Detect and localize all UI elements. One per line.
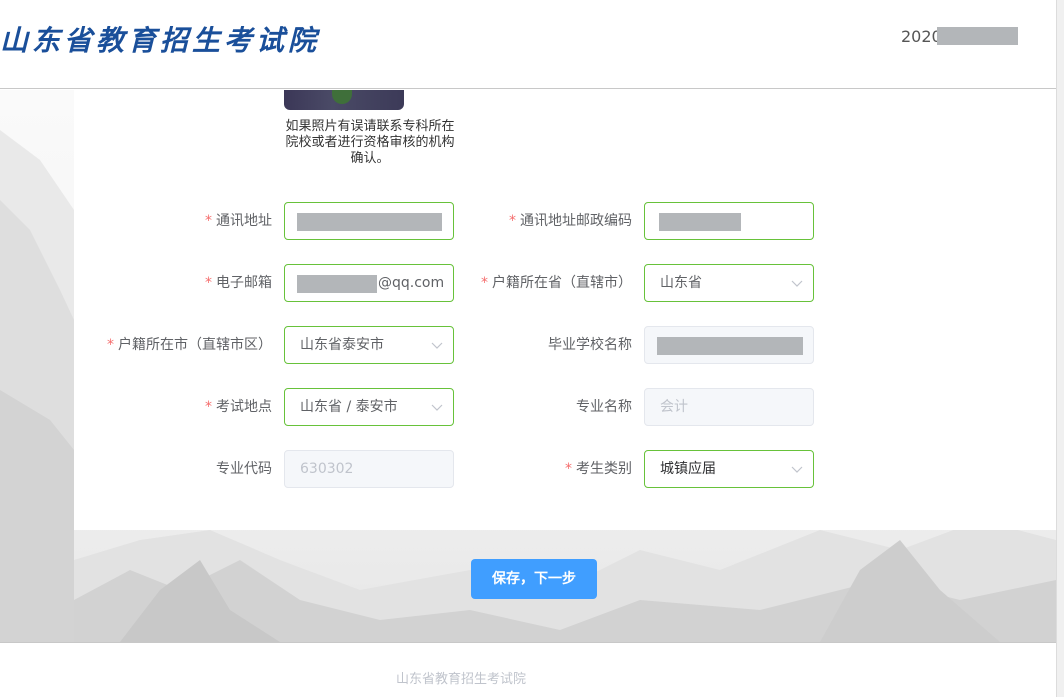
major-name-input: 会计 xyxy=(644,388,814,426)
required-mark: * xyxy=(205,213,212,229)
photo-note: 如果照片有误请联系专科所在院校或者进行资格审核的机构确认。 xyxy=(285,119,455,166)
required-mark: * xyxy=(565,461,572,477)
postal-code-label: * 通讯地址邮政编码 xyxy=(509,213,632,229)
required-mark: * xyxy=(481,275,488,291)
address-input[interactable] xyxy=(284,202,454,240)
user-id-prefix: 2020 xyxy=(901,27,942,46)
email-label: * 电子邮箱 xyxy=(205,275,272,291)
exam-location-label: * 考试地点 xyxy=(205,399,272,415)
household-province-select[interactable]: 山东省 xyxy=(644,264,814,302)
household-province-value: 山东省 xyxy=(660,275,702,291)
required-mark: * xyxy=(205,399,212,415)
save-next-button[interactable]: 保存，下一步 xyxy=(471,559,597,599)
chevron-down-icon xyxy=(431,404,443,411)
major-code-input: 630302 xyxy=(284,450,454,488)
postal-code-input[interactable] xyxy=(644,202,814,240)
required-mark: * xyxy=(107,337,114,353)
redacted-user-id xyxy=(937,27,1018,45)
page-footer: 山东省教育招生考试院 xyxy=(0,642,1056,697)
household-province-label: * 户籍所在省（直辖市） xyxy=(481,275,632,291)
candidate-type-label: * 考生类别 xyxy=(565,461,632,477)
site-logo: 山东省教育招生考试院 xyxy=(0,24,321,57)
major-name-label: 专业名称 xyxy=(576,399,632,415)
household-city-select[interactable]: 山东省泰安市 xyxy=(284,326,454,364)
page-header: 山东省教育招生考试院 2020 xyxy=(0,0,1056,89)
chevron-down-icon xyxy=(431,342,443,349)
redacted-school-name xyxy=(657,337,803,355)
photo-collar xyxy=(332,90,352,104)
redacted-address xyxy=(297,213,442,231)
candidate-photo xyxy=(284,90,404,110)
redacted-postal-code xyxy=(659,213,741,231)
school-name-input xyxy=(644,326,814,364)
major-code-label: 专业代码 xyxy=(216,461,272,477)
email-domain: @qq.com xyxy=(378,275,445,291)
exam-location-select[interactable]: 山东省 / 泰安市 xyxy=(284,388,454,426)
major-code-value: 630302 xyxy=(300,461,354,477)
address-label: * 通讯地址 xyxy=(205,213,272,229)
required-mark: * xyxy=(205,275,212,291)
page-scrollbar[interactable] xyxy=(1056,0,1064,697)
chevron-down-icon xyxy=(791,280,803,287)
candidate-type-select[interactable]: 城镇应届 xyxy=(644,450,814,488)
household-city-label: * 户籍所在市（直辖市区） xyxy=(107,337,272,353)
candidate-type-value: 城镇应届 xyxy=(660,461,716,477)
email-input[interactable]: @qq.com xyxy=(284,264,454,302)
major-name-value: 会计 xyxy=(660,399,688,415)
chevron-down-icon xyxy=(791,466,803,473)
school-name-label: 毕业学校名称 xyxy=(548,337,632,353)
redacted-email-user xyxy=(297,275,377,293)
footer-text: 山东省教育招生考试院 xyxy=(395,672,526,687)
required-mark: * xyxy=(509,213,516,229)
household-city-value: 山东省泰安市 xyxy=(300,337,384,353)
exam-location-value: 山东省 / 泰安市 xyxy=(300,399,398,415)
